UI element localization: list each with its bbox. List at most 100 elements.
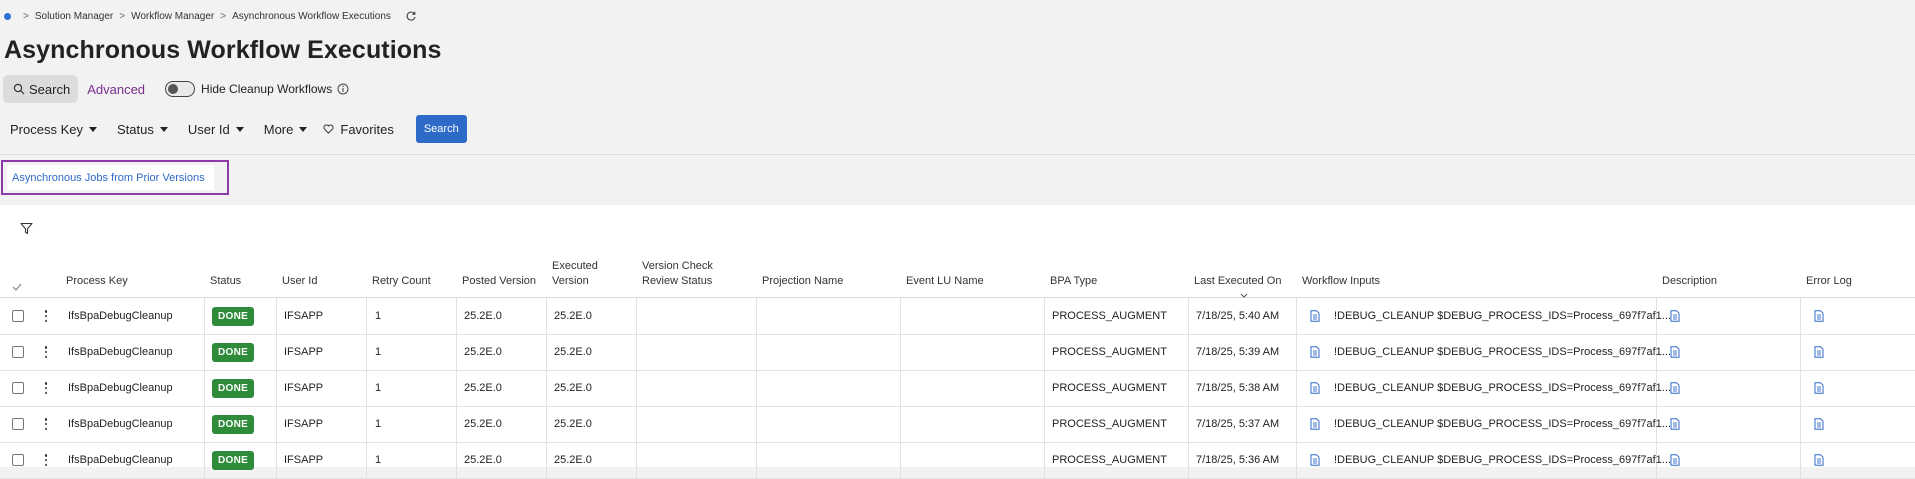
column-header-executed-version[interactable]: Executed Version [552,259,598,289]
cell-workflow-inputs: !DEBUG_CLEANUP $DEBUG_PROCESS_IDS=Proces… [1334,382,1671,394]
row-menu-kebab-icon[interactable] [44,346,48,358]
filter-icon[interactable] [20,222,33,235]
document-icon[interactable] [1814,382,1824,394]
cell-process-key: IfsBpaDebugCleanup [68,346,173,358]
filter-status[interactable]: Status [117,122,168,137]
cell-process-key: IfsBpaDebugCleanup [68,310,173,322]
cell-last-executed-on: 7/18/25, 5:39 AM [1196,346,1280,358]
cell-workflow-inputs-icon [1310,298,1320,334]
filter-more-label: More [263,121,294,137]
table-row[interactable]: IfsBpaDebugCleanup DONE IFSAPP 1 25.2E.0 25.2… [0,406,1915,443]
cell-executed-version: 25.2E.0 [554,382,592,394]
column-divider [636,406,637,442]
cell-process-key: IfsBpaDebugCleanup [68,454,173,466]
column-divider [456,370,457,406]
filter-user-id[interactable]: User Id [188,122,244,137]
hide-cleanup-label: Hide Cleanup Workflows [201,82,333,96]
column-header-event-lu-name[interactable]: Event LU Name [906,274,984,289]
row-checkbox[interactable] [12,454,24,466]
search-mode-button[interactable]: Search [3,75,79,103]
column-divider [1296,442,1297,478]
column-header-status[interactable]: Status [210,274,241,289]
column-header-description[interactable]: Description [1662,274,1717,289]
document-icon[interactable] [1310,382,1320,394]
column-divider [756,370,757,406]
table-row[interactable]: IfsBpaDebugCleanup DONE IFSAPP 1 25.2E.0 25.2… [0,334,1915,371]
document-icon[interactable] [1814,418,1824,430]
divider [0,154,1915,155]
column-divider [456,406,457,442]
row-checkbox[interactable] [12,382,24,394]
breadcrumb-item-current: Asynchronous Workflow Executions [232,10,391,22]
cell-process-key: IfsBpaDebugCleanup [68,382,173,394]
search-mode-row: Search Advanced Hide Cleanup Workflows [3,74,349,104]
cell-posted-version: 25.2E.0 [464,418,502,430]
table-panel: Process Key Status User Id Retry Count P… [0,205,1915,479]
row-menu-kebab-icon[interactable] [44,382,48,394]
cell-posted-version: 25.2E.0 [464,346,502,358]
cell-error-log [1814,442,1824,478]
cell-bpa-type: PROCESS_AUGMENT [1052,310,1167,322]
document-icon[interactable] [1814,310,1824,322]
cell-last-executed-on: 7/18/25, 5:36 AM [1196,454,1280,466]
row-menu-kebab-icon[interactable] [44,310,48,322]
column-header-user-id[interactable]: User Id [282,274,317,289]
table-row[interactable]: IfsBpaDebugCleanup DONE IFSAPP 1 25.2E.0 25.2… [0,298,1915,335]
column-divider [636,370,637,406]
favorites-button[interactable]: Favorites [323,121,394,137]
prior-versions-highlight: Asynchronous Jobs from Prior Versions [1,160,229,195]
column-header-workflow-inputs[interactable]: Workflow Inputs [1302,274,1380,289]
column-divider [1188,442,1189,478]
cell-status: DONE [212,334,255,370]
column-header-retry-count[interactable]: Retry Count [372,274,431,289]
document-icon[interactable] [1670,382,1680,394]
column-header-last-executed-on[interactable]: Last Executed On [1194,274,1281,289]
status-badge: DONE [212,306,255,326]
document-icon[interactable] [1814,346,1824,358]
column-divider [204,442,205,478]
document-icon[interactable] [1310,454,1320,466]
document-icon[interactable] [1670,418,1680,430]
column-divider [1044,406,1045,442]
document-icon[interactable] [1310,418,1320,430]
tab-prior-versions[interactable]: Asynchronous Jobs from Prior Versions [7,165,214,190]
column-divider [1296,370,1297,406]
home-dot-icon[interactable] [4,12,11,20]
document-icon[interactable] [1310,310,1320,322]
document-icon[interactable] [1670,454,1680,466]
column-header-projection-name[interactable]: Projection Name [762,274,843,289]
column-header-process-key[interactable]: Process Key [66,274,128,289]
column-header-error-log[interactable]: Error Log [1806,274,1852,289]
filter-more[interactable]: More [264,122,308,137]
document-icon[interactable] [1670,310,1680,322]
advanced-link[interactable]: Advanced [87,82,145,97]
row-menu-kebab-icon[interactable] [44,418,48,430]
row-checkbox[interactable] [12,310,24,322]
breadcrumb-item-workflow-manager[interactable]: Workflow Manager [131,11,214,22]
document-icon[interactable] [1814,454,1824,466]
cell-error-log [1814,334,1824,370]
filter-process-key[interactable]: Process Key [10,122,97,137]
row-checkbox[interactable] [12,346,24,358]
column-header-posted-version[interactable]: Posted Version [462,274,536,289]
cell-bpa-type: PROCESS_AUGMENT [1052,382,1167,394]
breadcrumb-item-solution-manager[interactable]: Solution Manager [35,11,113,22]
document-icon[interactable] [1670,346,1680,358]
table-row[interactable]: IfsBpaDebugCleanup DONE IFSAPP 1 25.2E.0 25.2… [0,442,1915,479]
cell-executed-version: 25.2E.0 [554,418,592,430]
row-checkbox[interactable] [12,418,24,430]
column-divider [1188,334,1189,370]
info-icon[interactable] [337,83,349,95]
cell-executed-version: 25.2E.0 [554,310,592,322]
select-all-check-icon[interactable] [12,283,22,291]
favorites-label: Favorites [340,121,394,137]
column-header-bpa-type[interactable]: BPA Type [1050,274,1097,289]
refresh-icon[interactable] [405,10,417,22]
document-icon[interactable] [1310,346,1320,358]
column-header-version-check[interactable]: Version Check Review Status [642,259,713,289]
column-divider [546,334,547,370]
hide-cleanup-toggle[interactable] [165,81,196,97]
table-row[interactable]: IfsBpaDebugCleanup DONE IFSAPP 1 25.2E.0 25.2… [0,370,1915,407]
search-button[interactable]: Search [415,115,467,143]
row-menu-kebab-icon[interactable] [44,454,48,466]
